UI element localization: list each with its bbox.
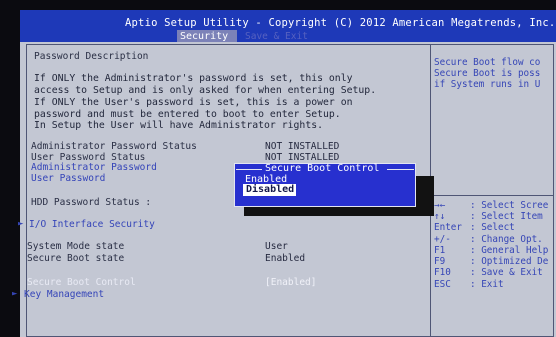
section-title: Password Description (34, 51, 149, 62)
description-line: password and must be entered to boot to … (34, 109, 341, 120)
key-hint-desc: : Select Item (470, 211, 543, 222)
key-hint-desc: : Exit (470, 279, 504, 290)
tab-save-exit[interactable]: Save & Exit (245, 32, 308, 42)
description-line: In Setup the User will have Administrato… (34, 120, 324, 131)
io-security-item[interactable]: I/O Interface Security (29, 220, 155, 230)
popup-option-disabled[interactable]: Disabled (246, 185, 294, 195)
user-password-item[interactable]: User Password (31, 174, 105, 184)
tab-security[interactable]: Security (177, 30, 237, 42)
key-hint-desc: : Select Scree (470, 200, 549, 211)
popup-title-rule (387, 169, 414, 170)
key-hint-key: F10 (434, 267, 451, 278)
description-line: If ONLY the Administrator's password is … (34, 73, 353, 84)
key-hint-desc: : General Help (470, 245, 549, 256)
key-hint-key: F1 (434, 245, 446, 256)
submenu-arrow-icon: ► (18, 219, 24, 229)
description-line: If ONLY the User's password is set, this… (34, 97, 353, 108)
key-hint-key: F9 (434, 256, 446, 267)
help-text-line: if System runs in U (434, 79, 541, 90)
popup-title-rule (236, 169, 262, 170)
help-text-line: Secure Boot is poss (434, 68, 541, 79)
key-hint-desc: : Select (470, 222, 515, 233)
key-hint-desc: : Optimized De (470, 256, 549, 267)
system-mode-label: System Mode state (27, 241, 125, 252)
admin-password-item[interactable]: Administrator Password (31, 163, 157, 173)
key-hint-key: Enter (434, 222, 462, 233)
app-title: Aptio Setup Utility - Copyright (C) 2012… (125, 17, 556, 29)
secure-boot-state-value: Enabled (265, 253, 306, 264)
submenu-arrow-icon: ► (12, 289, 18, 299)
popup-title: Secure Boot Control (265, 163, 380, 174)
tab-security-label: Security (180, 31, 229, 42)
key-hint-desc: : Change Opt. (470, 234, 543, 245)
key-hint-desc: : Save & Exit (470, 267, 543, 278)
secure-boot-control-value[interactable]: [Enabled] (265, 278, 316, 288)
help-divider-horizontal (431, 195, 554, 196)
key-hint-key: ↑↓ (434, 211, 446, 222)
admin-status-value: NOT INSTALLED (265, 141, 340, 152)
key-hint-key: →← (434, 200, 446, 211)
secure-boot-state-label: Secure Boot state (27, 253, 125, 264)
hdd-status-label: HDD Password Status : (31, 197, 152, 208)
system-mode-value: User (265, 241, 288, 252)
help-text-line: Secure Boot flow co (434, 57, 541, 68)
user-status-value: NOT INSTALLED (265, 152, 340, 163)
key-hint-key: +/- (434, 234, 451, 245)
secure-boot-control-item[interactable]: Secure Boot Control (27, 278, 136, 288)
description-line: access to Setup and is only asked for wh… (34, 85, 377, 96)
admin-status-label: Administrator Password Status (31, 141, 197, 152)
key-hint-key: ESC (434, 279, 451, 290)
key-management-item[interactable]: Key Management (24, 290, 104, 300)
